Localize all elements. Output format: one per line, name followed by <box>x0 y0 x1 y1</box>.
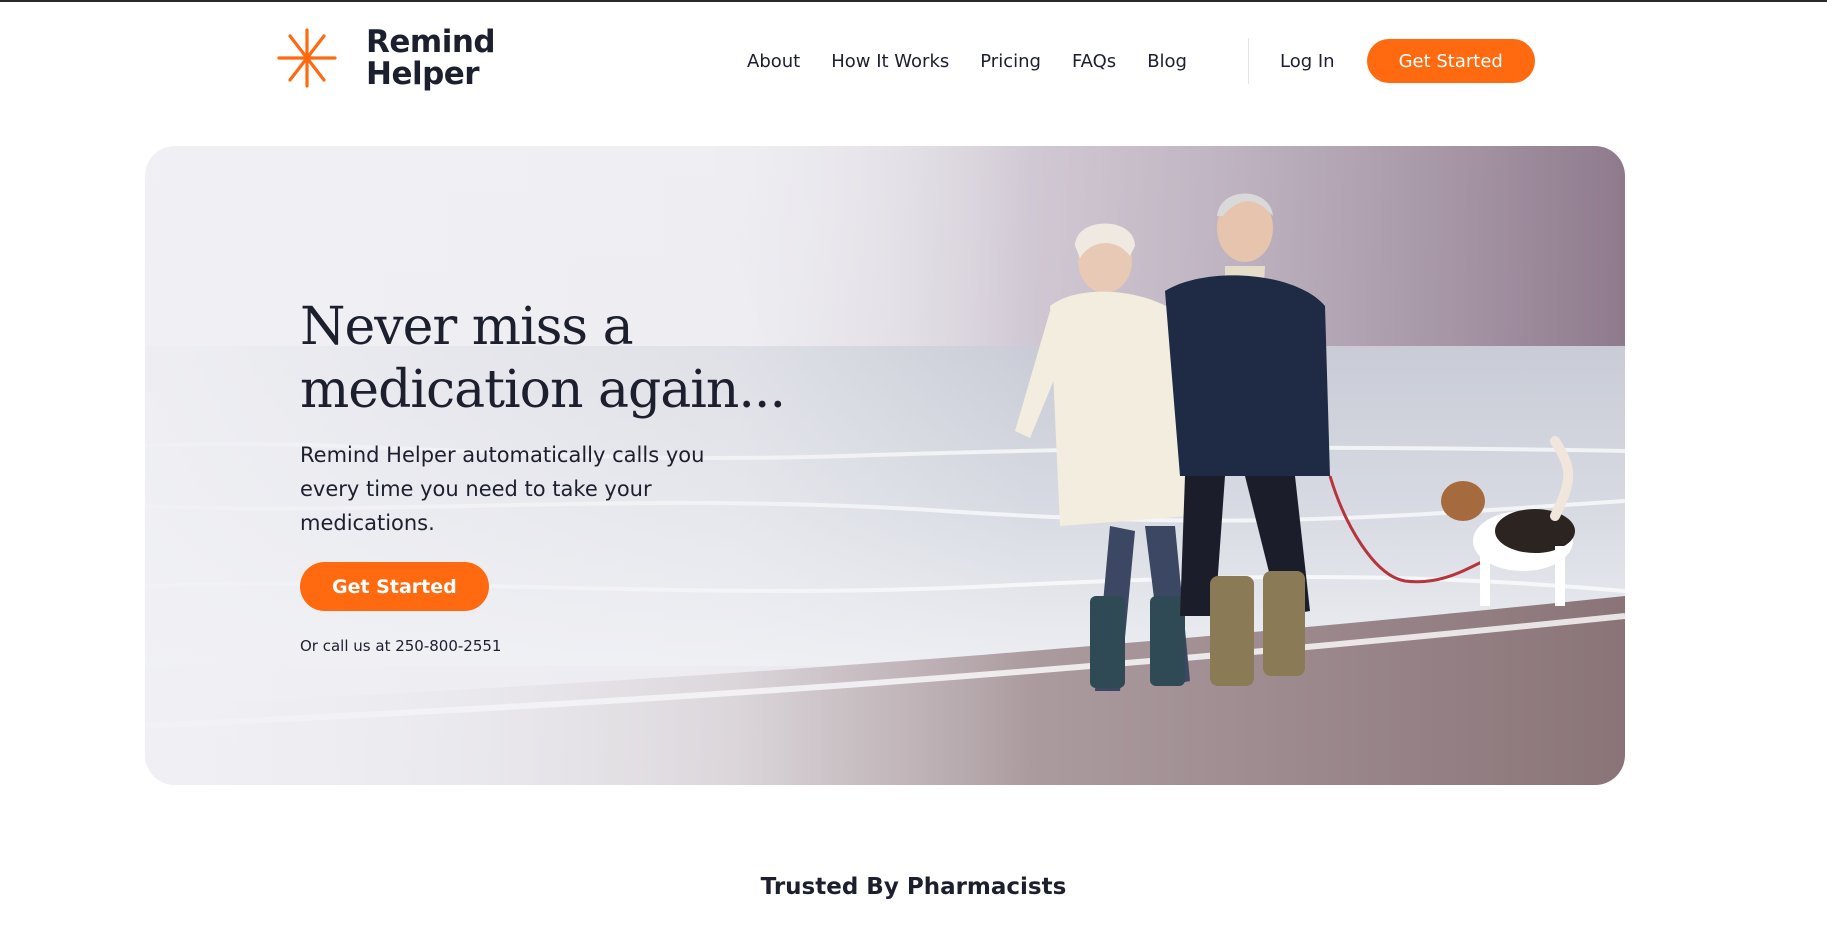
nav-divider <box>1247 38 1249 84</box>
trusted-by-heading: Trusted By Pharmacists <box>760 874 1067 900</box>
asterisk-star-icon <box>277 28 337 88</box>
hero-section: Never miss a medication again... Remind … <box>145 146 1625 785</box>
hero-content: Never miss a medication again... Remind … <box>300 296 840 655</box>
site-header: Remind Helper About How It Works Pricing… <box>0 0 1827 120</box>
header-get-started-button[interactable]: Get Started <box>1366 39 1535 83</box>
call-us-text: Or call us at 250-800-2551 <box>300 637 502 655</box>
brand-name-line1: Remind <box>366 24 496 60</box>
main-nav: About How It Works Pricing FAQs Blog Log… <box>747 38 1535 84</box>
hero-title: Never miss a medication again... <box>300 296 840 422</box>
brand-name-line2: Helper <box>366 56 480 92</box>
hero-title-line2: medication again... <box>300 360 786 420</box>
nav-link-pricing[interactable]: Pricing <box>980 51 1041 72</box>
login-link[interactable]: Log In <box>1280 51 1335 72</box>
nav-link-blog[interactable]: Blog <box>1147 51 1187 72</box>
nav-link-about[interactable]: About <box>747 51 800 72</box>
nav-link-how-it-works[interactable]: How It Works <box>831 51 949 72</box>
brand-logo[interactable]: Remind Helper <box>276 24 496 92</box>
hero-title-line1: Never miss a <box>300 297 634 357</box>
hero-get-started-button[interactable]: Get Started <box>300 562 489 611</box>
brand-name: Remind Helper <box>366 24 496 92</box>
nav-link-faqs[interactable]: FAQs <box>1072 51 1116 72</box>
hero-subtitle: Remind Helper automatically calls you ev… <box>300 443 705 535</box>
